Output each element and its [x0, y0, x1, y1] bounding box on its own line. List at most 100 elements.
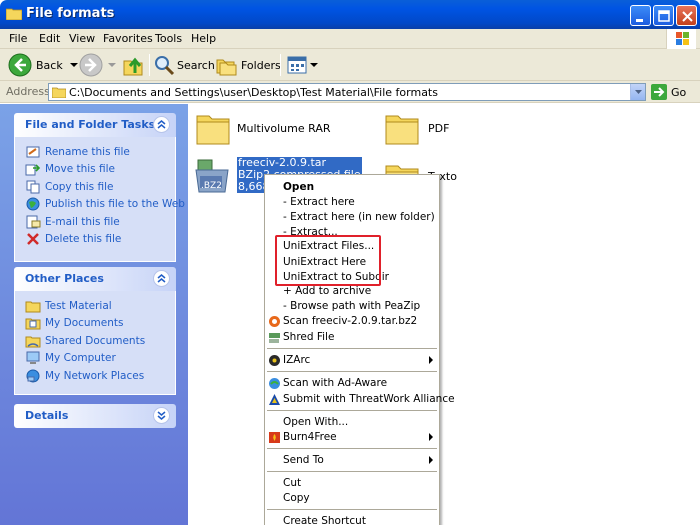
menu-izarc[interactable]: IZArc	[265, 353, 439, 368]
views-button[interactable]	[286, 52, 318, 78]
selected-bz2-file[interactable]: .BZ2	[192, 156, 232, 199]
go-arrow-icon	[651, 84, 667, 100]
views-icon	[287, 56, 307, 74]
search-button[interactable]: Search	[153, 52, 215, 78]
panel-header[interactable]: File and Folder Tasks	[14, 113, 176, 137]
menu-bar: File Edit View Favorites Tools Help	[0, 29, 700, 49]
folders-button[interactable]: Folders	[215, 52, 281, 78]
task-move[interactable]: Move this file	[25, 161, 175, 179]
window-title: File formats	[26, 6, 115, 21]
go-button[interactable]: Go	[651, 84, 686, 100]
details-panel: Details	[14, 404, 176, 428]
burn4free-icon	[269, 432, 280, 443]
forward-button[interactable]	[79, 52, 117, 78]
menu-shred-file[interactable]: Shred File	[265, 330, 439, 345]
menu-burn4free[interactable]: Burn4Free	[265, 430, 439, 445]
menu-copy[interactable]: Copy	[265, 491, 439, 506]
menu-extract-here[interactable]: - Extract here	[265, 195, 439, 210]
search-icon	[155, 56, 175, 76]
task-pane: File and Folder Tasks Rename this file M…	[0, 104, 188, 525]
menu-view[interactable]: View	[69, 32, 95, 45]
maximize-button[interactable]	[653, 5, 674, 26]
expand-chevron-icon[interactable]	[153, 407, 170, 424]
panel-title: File and Folder Tasks	[25, 118, 156, 131]
collapse-chevron-icon[interactable]	[153, 116, 170, 133]
menu-create-shortcut[interactable]: Create Shortcut	[265, 514, 439, 525]
izarc-icon	[269, 355, 280, 366]
email-icon	[25, 215, 41, 229]
antivirus-icon	[269, 316, 280, 327]
menu-scan-file[interactable]: Scan freeciv-2.0.9.tar.bz2	[265, 314, 439, 329]
panel-header[interactable]: Details	[14, 404, 176, 428]
minimize-button[interactable]	[630, 5, 651, 26]
menu-send-to[interactable]: Send To	[265, 453, 439, 468]
address-bar: Address C:\Documents and Settings\user\D…	[0, 81, 700, 103]
place-my-documents[interactable]: My Documents	[25, 315, 175, 333]
network-icon	[25, 369, 41, 383]
up-folder-button[interactable]	[121, 52, 145, 78]
panel-title: Details	[25, 409, 69, 422]
place-shared-documents[interactable]: Shared Documents	[25, 332, 175, 350]
folder-icon	[52, 87, 66, 98]
forward-arrow-icon	[79, 53, 103, 77]
address-label: Address	[6, 85, 50, 98]
menu-add-to-archive[interactable]: + Add to archive	[265, 284, 439, 299]
minimize-icon	[636, 19, 643, 22]
collapse-chevron-icon[interactable]	[153, 270, 170, 287]
close-button[interactable]	[676, 5, 697, 26]
folders-label: Folders	[241, 58, 281, 72]
up-folder-icon	[123, 57, 143, 76]
other-places-panel: Other Places Test Material My Documents …	[14, 267, 176, 395]
back-label: Back	[36, 58, 63, 72]
folder-pdf[interactable]	[384, 110, 420, 149]
file-label: PDF	[428, 122, 450, 135]
windows-logo	[666, 29, 696, 49]
highlight-box	[275, 235, 381, 286]
menu-threatwork[interactable]: Submit with ThreatWork Alliance	[265, 392, 455, 407]
submenu-arrow-icon	[429, 433, 433, 441]
menu-file[interactable]: File	[9, 32, 27, 45]
menu-cut[interactable]: Cut	[265, 476, 439, 491]
task-email[interactable]: E-mail this file	[25, 213, 175, 231]
task-publish-web[interactable]: Publish this file to the Web	[25, 196, 185, 214]
menu-browse-peazip[interactable]: - Browse path with PeaZip	[265, 299, 439, 314]
chevron-down-icon	[69, 63, 78, 67]
menu-favorites[interactable]: Favorites	[103, 32, 153, 45]
menu-open[interactable]: Open	[265, 180, 439, 195]
delete-icon	[25, 232, 41, 246]
title-bar: File formats	[0, 0, 700, 29]
menu-extract-here-new-folder[interactable]: - Extract here (in new folder)	[265, 210, 439, 225]
submenu-arrow-icon	[429, 356, 433, 364]
computer-icon	[25, 351, 41, 365]
task-delete[interactable]: Delete this file	[25, 231, 175, 249]
menu-tools[interactable]: Tools	[155, 32, 182, 45]
file-label: Multivolume RAR	[237, 122, 331, 135]
menu-scan-adaware[interactable]: Scan with Ad-Aware	[265, 376, 439, 391]
panel-header[interactable]: Other Places	[14, 267, 176, 291]
menu-edit[interactable]: Edit	[39, 32, 60, 45]
folder-icon	[196, 115, 230, 145]
my-documents-icon	[25, 316, 41, 330]
address-dropdown-button[interactable]	[630, 84, 645, 100]
folder-icon	[6, 8, 22, 20]
copy-icon	[25, 180, 41, 194]
address-input[interactable]: C:\Documents and Settings\user\Desktop\T…	[48, 83, 646, 101]
back-button[interactable]: Back	[8, 52, 79, 78]
menu-open-with[interactable]: Open With...	[265, 415, 439, 430]
task-copy[interactable]: Copy this file	[25, 178, 175, 196]
place-my-computer[interactable]: My Computer	[25, 350, 175, 368]
place-test-material[interactable]: Test Material	[25, 297, 175, 315]
globe-icon	[25, 197, 41, 211]
rename-icon	[25, 145, 41, 159]
chevron-down-icon	[108, 63, 116, 67]
bz2-badge: .BZ2	[201, 181, 222, 191]
chevron-down-icon	[635, 90, 642, 94]
task-rename[interactable]: Rename this file	[25, 143, 175, 161]
address-path: C:\Documents and Settings\user\Desktop\T…	[69, 86, 438, 99]
menu-help[interactable]: Help	[191, 32, 216, 45]
threatwork-icon	[269, 394, 280, 405]
search-label: Search	[177, 58, 215, 72]
folder-multivolume-rar[interactable]	[195, 110, 231, 149]
go-label: Go	[671, 85, 687, 99]
place-my-network[interactable]: My Network Places	[25, 367, 175, 385]
